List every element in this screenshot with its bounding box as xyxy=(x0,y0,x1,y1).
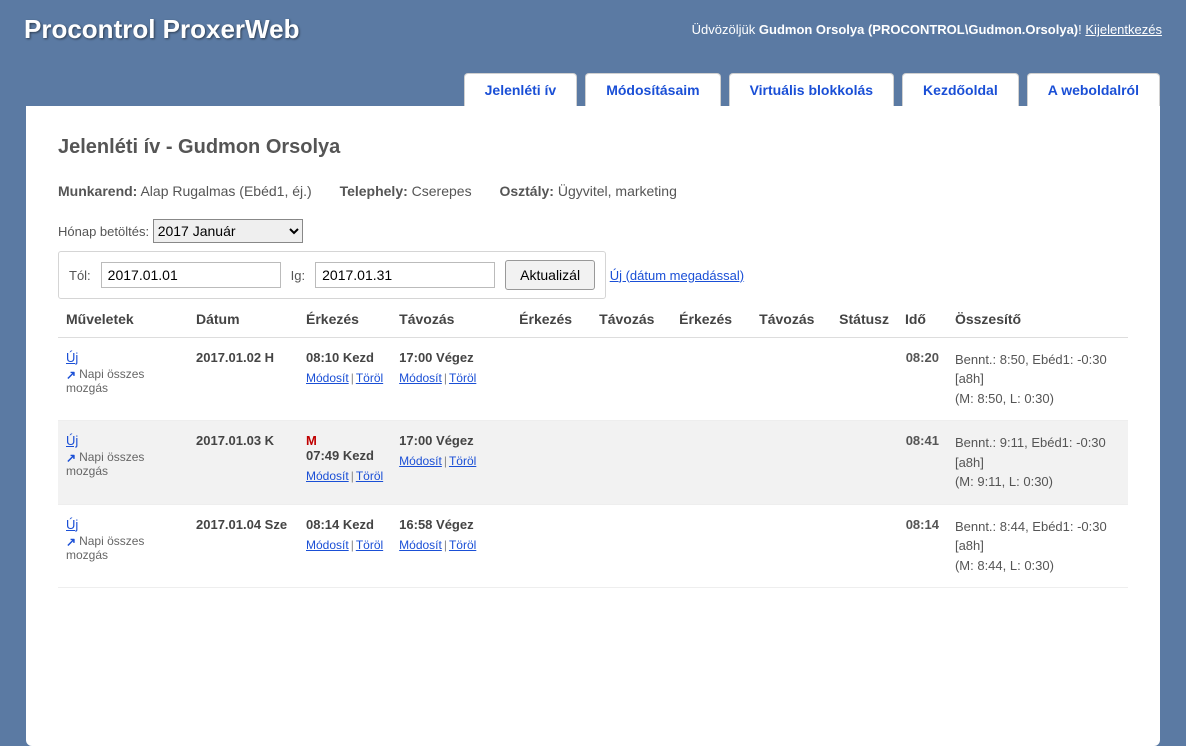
ido-value: 08:41 xyxy=(897,421,947,505)
table-row: Új ↗Napi összes mozgás 2017.01.02 H 08:10 K… xyxy=(58,337,1128,421)
col-statusz: Státusz xyxy=(831,301,897,338)
col-muveletek: Műveletek xyxy=(58,301,188,338)
tab-virtualis-blokkolas[interactable]: Virtuális blokkolás xyxy=(729,73,894,106)
delete-link[interactable]: Töröl xyxy=(356,469,383,483)
col-erkezes3: Érkezés xyxy=(671,301,751,338)
modify-link[interactable]: Módosít xyxy=(306,538,349,552)
all-moves-label: Napi összes mozgás xyxy=(66,450,144,478)
departure-time: 17:00 Végez xyxy=(399,350,503,365)
table-row: Új ↗Napi összes mozgás 2017.01.04 Sze 08:14… xyxy=(58,504,1128,588)
date-value: 2017.01.04 Sze xyxy=(196,517,287,532)
meta-row: Munkarend: Alap Rugalmas (Ebéd1, éj.) Te… xyxy=(58,183,1128,199)
refresh-button[interactable]: Aktualizál xyxy=(505,260,595,290)
ido-value: 08:14 xyxy=(897,504,947,588)
ido-value: 08:20 xyxy=(897,337,947,421)
arrow-up-right-icon: ↗ xyxy=(66,451,76,465)
arrow-up-right-icon: ↗ xyxy=(66,535,76,549)
summary-cell: Bennt.: 8:44, Ebéd1: -0:30[a8h](M: 8:44,… xyxy=(947,504,1128,588)
departure-time: 17:00 Végez xyxy=(399,433,503,448)
col-erkezes2: Érkezés xyxy=(511,301,591,338)
tab-a-weboldalrol[interactable]: A weboldalról xyxy=(1027,73,1160,106)
modify-link[interactable]: Módosít xyxy=(399,371,442,385)
all-moves-label: Napi összes mozgás xyxy=(66,367,144,395)
new-with-date-link[interactable]: Új (dátum megadással) xyxy=(610,268,744,283)
summary-cell: Bennt.: 8:50, Ebéd1: -0:30[a8h](M: 8:50,… xyxy=(947,337,1128,421)
new-link[interactable]: Új xyxy=(66,517,78,532)
delete-link[interactable]: Töröl xyxy=(449,538,476,552)
arrow-up-right-icon: ↗ xyxy=(66,368,76,382)
col-datum: Dátum xyxy=(188,301,298,338)
from-input[interactable] xyxy=(101,262,281,288)
col-tavozas1: Távozás xyxy=(391,301,511,338)
arrival-time: 07:49 Kezd xyxy=(306,448,383,463)
page-title: Jelenléti ív - Gudmon Orsolya xyxy=(58,136,1128,159)
app-title: Procontrol ProxerWeb xyxy=(24,14,299,45)
modify-link[interactable]: Módosít xyxy=(399,454,442,468)
new-link[interactable]: Új xyxy=(66,350,78,365)
arrival-time: 08:14 Kezd xyxy=(306,517,383,532)
month-select[interactable]: 2017 Január xyxy=(153,219,303,243)
delete-link[interactable]: Töröl xyxy=(356,538,383,552)
attendance-table: Műveletek Dátum Érkezés Távozás Érkezés … xyxy=(58,301,1128,589)
welcome-text: Üdvözöljük Gudmon Orsolya (PROCONTROL\Gu… xyxy=(692,22,1162,37)
col-osszesito: Összesítő xyxy=(947,301,1128,338)
tab-kezdooldal[interactable]: Kezdőoldal xyxy=(902,73,1019,106)
departure-time: 16:58 Végez xyxy=(399,517,503,532)
logout-link[interactable]: Kijelentkezés xyxy=(1085,22,1162,37)
date-value: 2017.01.03 K xyxy=(196,433,274,448)
arrival-time: 08:10 Kezd xyxy=(306,350,383,365)
delete-link[interactable]: Töröl xyxy=(449,454,476,468)
modify-link[interactable]: Módosít xyxy=(399,538,442,552)
summary-cell: Bennt.: 9:11, Ebéd1: -0:30[a8h](M: 9:11,… xyxy=(947,421,1128,505)
manual-flag: M xyxy=(306,433,383,448)
new-link[interactable]: Új xyxy=(66,433,78,448)
date-filter-box: Tól: Ig: Aktualizál xyxy=(58,251,606,299)
nav-tabs: Jelenléti ív Módosításaim Virtuális blok… xyxy=(0,45,1186,106)
from-label: Tól: xyxy=(69,268,91,283)
delete-link[interactable]: Töröl xyxy=(356,371,383,385)
tab-jelenleti-iv[interactable]: Jelenléti ív xyxy=(464,73,578,106)
table-row: Új ↗Napi összes mozgás 2017.01.03 K M07:49 … xyxy=(58,421,1128,505)
col-tavozas3: Távozás xyxy=(751,301,831,338)
col-tavozas2: Távozás xyxy=(591,301,671,338)
to-label: Ig: xyxy=(291,268,305,283)
all-moves-label: Napi összes mozgás xyxy=(66,534,144,562)
month-label: Hónap betöltés: xyxy=(58,224,149,239)
modify-link[interactable]: Módosít xyxy=(306,371,349,385)
col-erkezes1: Érkezés xyxy=(298,301,391,338)
col-ido: Idő xyxy=(897,301,947,338)
modify-link[interactable]: Módosít xyxy=(306,469,349,483)
to-input[interactable] xyxy=(315,262,495,288)
date-value: 2017.01.02 H xyxy=(196,350,274,365)
delete-link[interactable]: Töröl xyxy=(449,371,476,385)
tab-modositasaim[interactable]: Módosításaim xyxy=(585,73,720,106)
